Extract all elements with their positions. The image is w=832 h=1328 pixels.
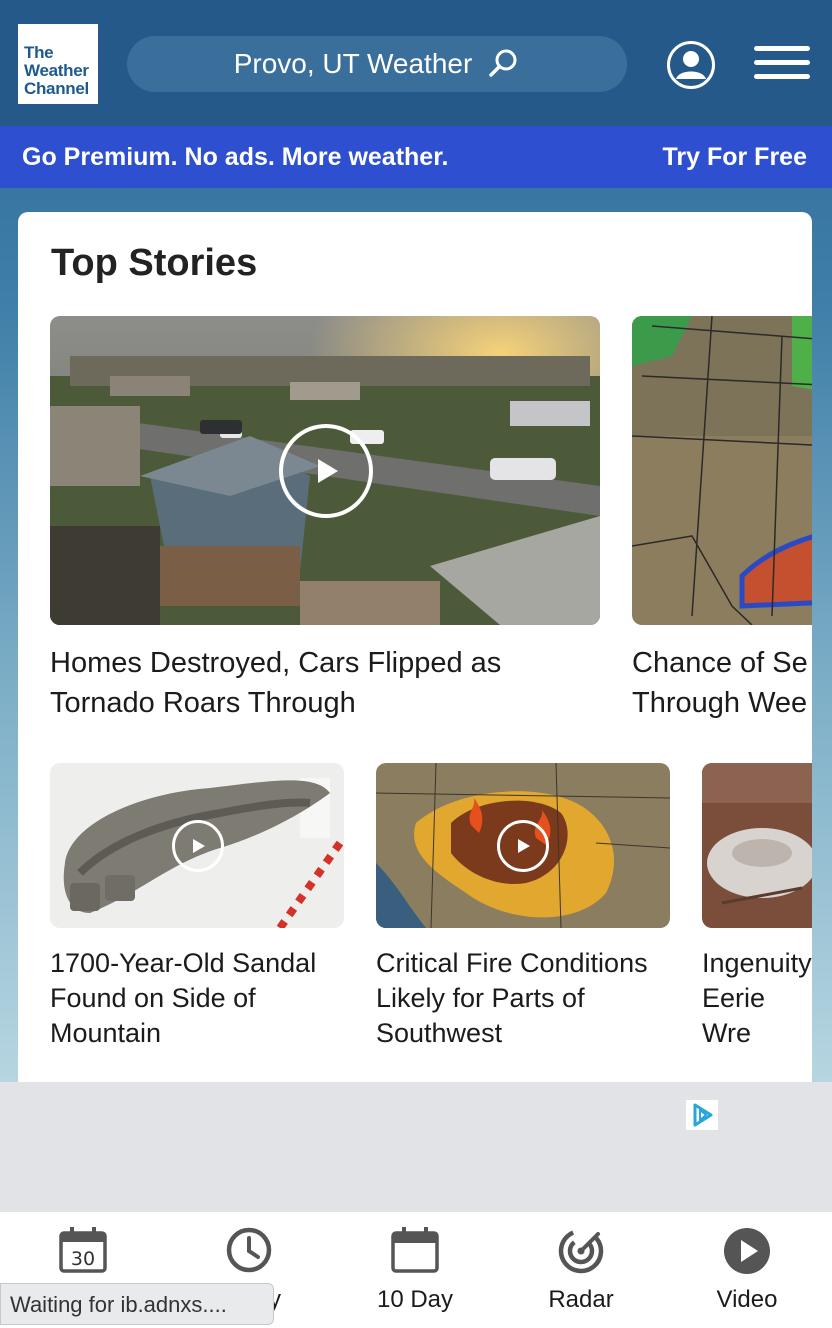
calendar-icon <box>391 1227 439 1273</box>
logo-line-2: Weather <box>24 61 89 80</box>
nav-10-day[interactable]: 10 Day <box>332 1212 498 1328</box>
play-video-icon[interactable] <box>172 820 224 872</box>
story-caption[interactable]: Ingenuity Eerie Wre Mars <box>702 946 812 1056</box>
clock-icon <box>226 1227 272 1273</box>
nav-video[interactable]: Video <box>664 1212 830 1328</box>
mars-wreck-image <box>702 763 812 928</box>
story-caption[interactable]: Critical Fire Conditions Likely for Part… <box>376 946 676 1051</box>
nav-label: 10 Day <box>376 1286 454 1313</box>
calendar-day-icon: 30 <box>59 1227 107 1273</box>
story-caption[interactable]: Homes Destroyed, Cars Flipped as Tornado… <box>50 643 570 723</box>
hamburger-menu-icon[interactable] <box>754 46 810 82</box>
search-label: Provo, UT Weather <box>233 48 473 79</box>
play-circle-icon <box>724 1228 770 1274</box>
calendar-day-number: 30 <box>71 1248 95 1270</box>
story-thumbnail-sandal[interactable] <box>50 763 344 928</box>
premium-message: Go Premium. No ads. More weather. <box>22 142 449 171</box>
radar-icon <box>558 1228 604 1274</box>
account-icon[interactable] <box>666 40 716 90</box>
logo-line-1: The <box>24 43 54 62</box>
site-header: The Weather Channel Provo, UT Weather <box>0 0 832 126</box>
nav-label: Video <box>716 1286 778 1313</box>
search-icon <box>489 49 517 77</box>
play-video-icon[interactable] <box>279 424 373 518</box>
browser-status-text: Waiting for ib.adnxs.... <box>0 1283 274 1325</box>
story-thumbnail-ingenuity[interactable] <box>702 763 812 928</box>
logo-line-3: Channel <box>24 79 89 98</box>
story-thumbnail-fire-map[interactable] <box>376 763 670 928</box>
top-stories-card: Top Stories Homes Destroyed, Cars Flippe… <box>18 212 812 1112</box>
location-search-button[interactable]: Provo, UT Weather <box>127 36 627 92</box>
section-title: Top Stories <box>51 242 258 284</box>
story-thumbnail-tornado[interactable] <box>50 316 600 625</box>
weather-channel-logo[interactable]: The Weather Channel <box>18 24 98 104</box>
nav-label: Radar <box>548 1286 614 1313</box>
nav-radar[interactable]: Radar <box>498 1212 664 1328</box>
story-caption[interactable]: 1700-Year-Old Sandal Found on Side of Mo… <box>50 946 350 1051</box>
story-thumbnail-map[interactable] <box>632 316 812 625</box>
weather-map-image <box>632 316 812 625</box>
adchoices-icon[interactable] <box>686 1100 718 1130</box>
try-for-free-link[interactable]: Try For Free <box>663 143 808 172</box>
play-video-icon[interactable] <box>497 820 549 872</box>
story-caption[interactable]: Chance of Se Through Wee <box>632 643 812 727</box>
premium-banner[interactable]: Go Premium. No ads. More weather. Try Fo… <box>0 126 832 188</box>
